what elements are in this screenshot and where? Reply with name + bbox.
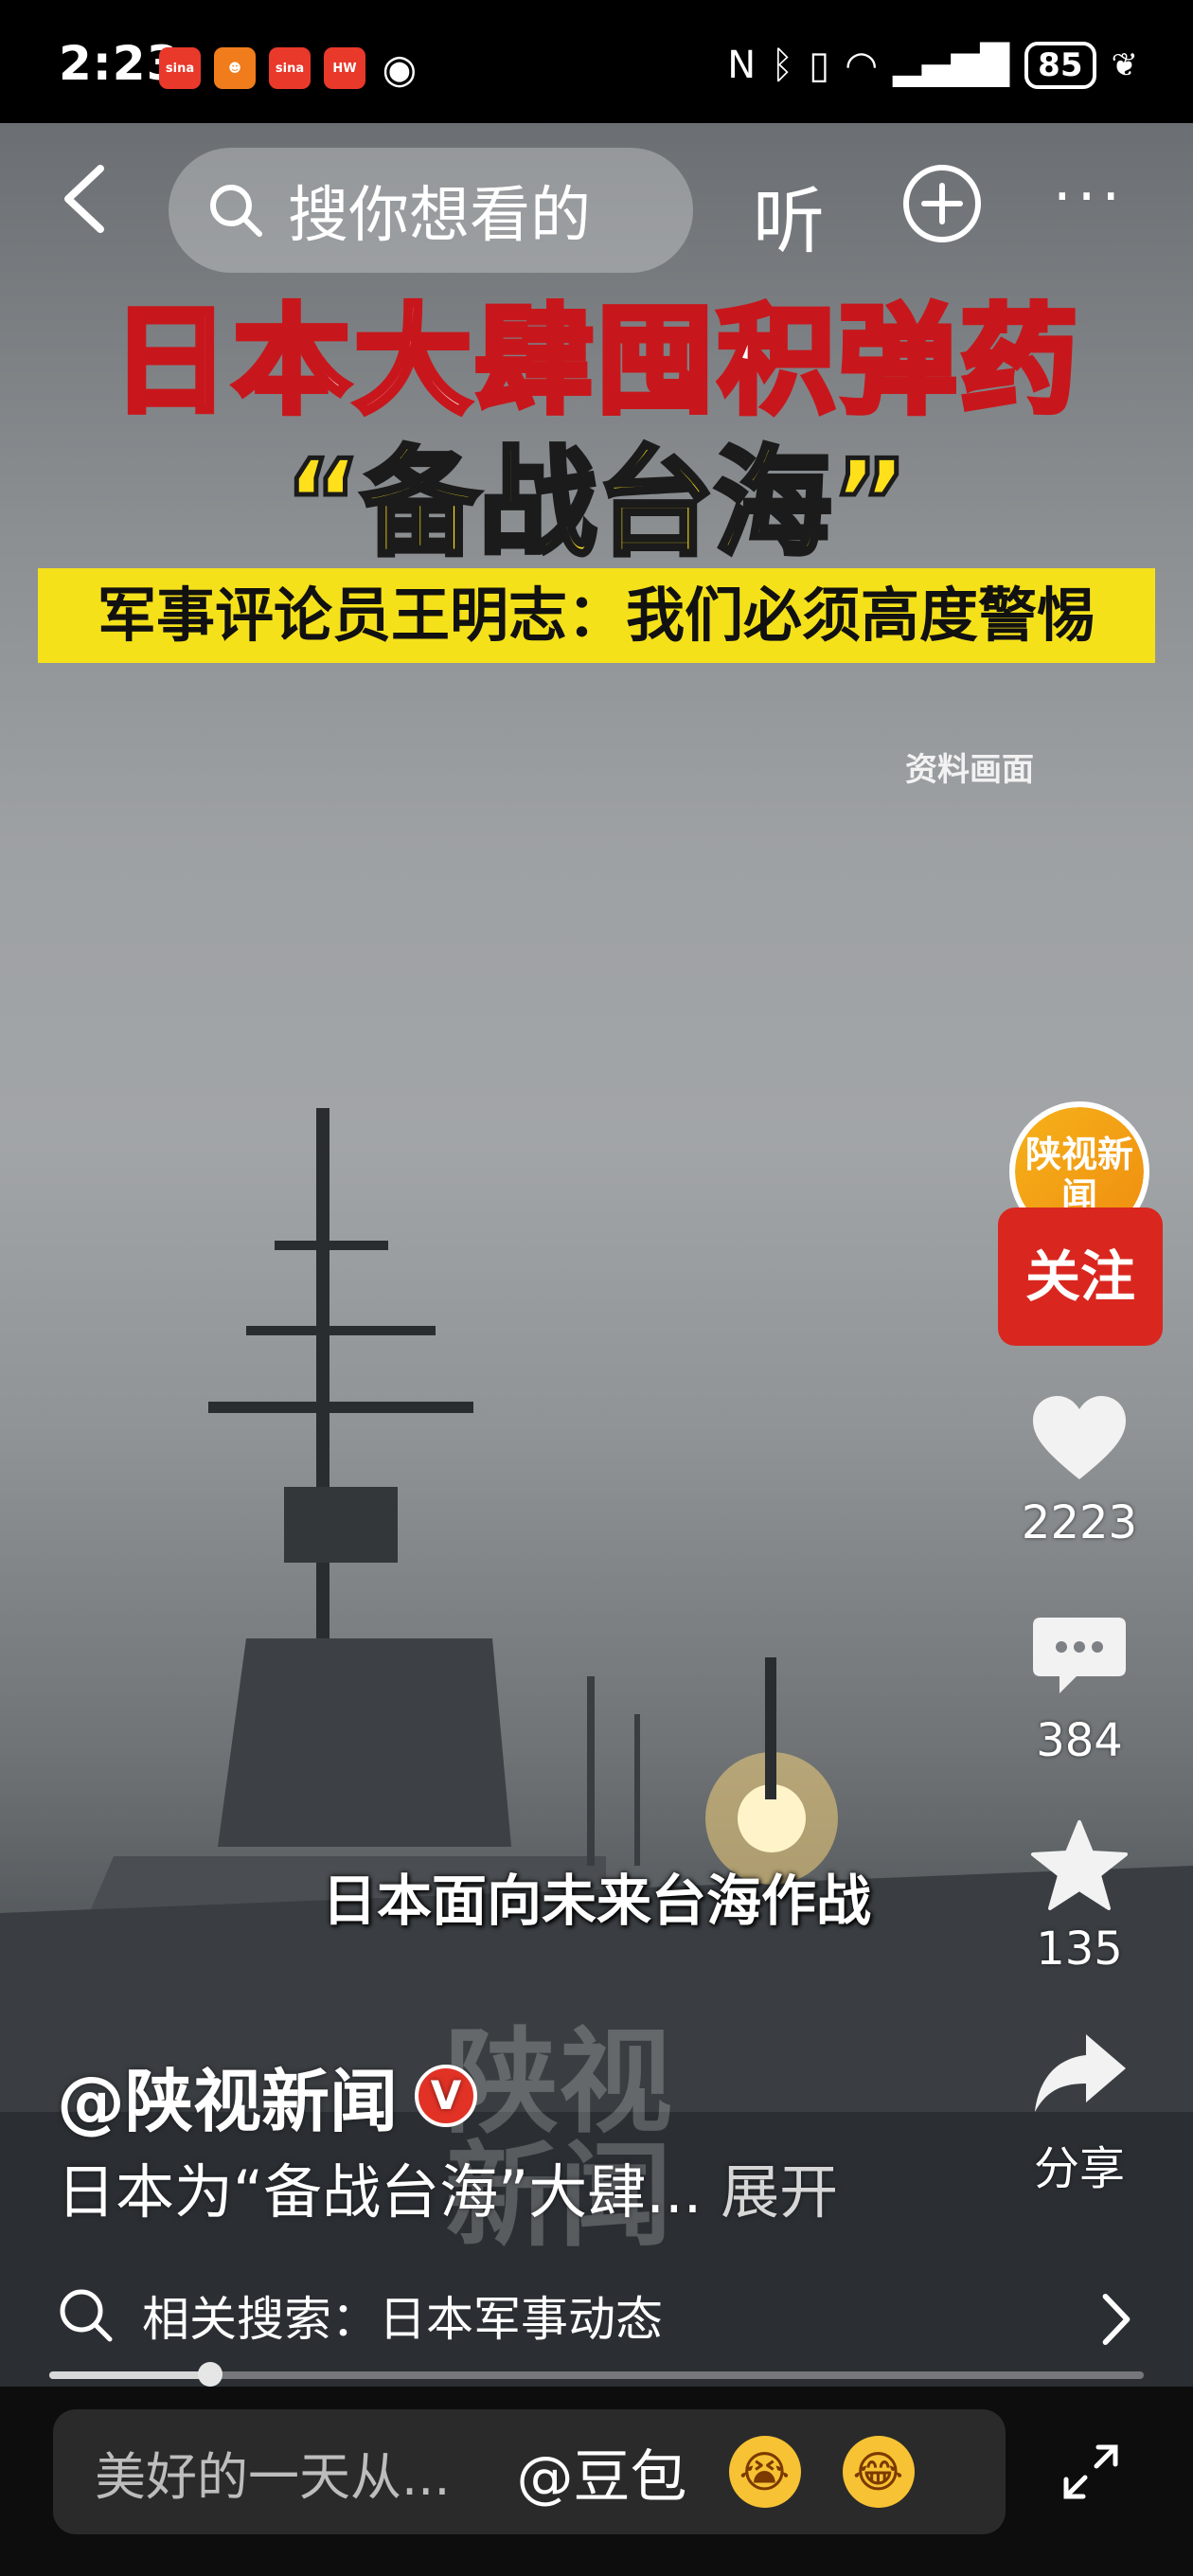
taobao-app-icon: ☻: [214, 47, 256, 89]
crying-emoji-icon[interactable]: 😭: [728, 2436, 801, 2508]
like-count: 2223: [1021, 1496, 1138, 1549]
progress-handle[interactable]: [197, 2362, 223, 2387]
comment-input[interactable]: 美好的一天从... @豆包 😭 😂: [53, 2409, 1006, 2534]
search-icon: [60, 2289, 113, 2342]
comment-bubble-icon: [1033, 1618, 1126, 1693]
related-search[interactable]: 相关搜索：日本军事动态: [57, 2273, 1146, 2358]
related-search-label: 相关搜索：日本军事动态: [142, 2292, 663, 2347]
back-arrow-icon[interactable]: [51, 161, 127, 237]
headline-line-3: 军事评论员王明志：我们必须高度警惕: [38, 568, 1155, 663]
huawei-app-icon: HW: [324, 47, 365, 89]
laughing-emoji-icon[interactable]: 😂: [842, 2436, 915, 2508]
mention-doubao[interactable]: @豆包: [517, 2431, 687, 2513]
video-description[interactable]: 日本为“备战台海”大肆... 展开: [57, 2144, 838, 2229]
heart-icon: [1033, 1396, 1126, 1479]
status-indicators: N ᛒ ▯ ◠ ▂▄▆█ 85 ❦: [727, 42, 1138, 89]
add-circle-icon[interactable]: [901, 163, 983, 244]
comment-button[interactable]: 384: [1004, 1610, 1155, 1767]
status-app-icons: sina ☻ sina HW ◉: [159, 45, 420, 92]
author-name[interactable]: @陕视新闻 V: [57, 2046, 478, 2145]
screen: 2:23 sina ☻ sina HW ◉ N ᛒ ▯ ◠ ▂▄▆█ 85 ❦: [0, 0, 1193, 2576]
follow-button[interactable]: 关注: [998, 1208, 1163, 1346]
fullscreen-expand-icon[interactable]: [1060, 2442, 1121, 2502]
comment-count: 384: [1036, 1714, 1123, 1767]
search-placeholder: 搜你想看的: [288, 181, 591, 251]
share-button[interactable]: 分享: [1004, 2027, 1155, 2197]
expand-link[interactable]: 展开: [721, 2157, 838, 2227]
battery-indicator: 85: [1024, 42, 1096, 89]
star-icon: [1031, 1820, 1128, 1910]
status-bar: 2:23 sina ☻ sina HW ◉ N ᛒ ▯ ◠ ▂▄▆█ 85 ❦: [0, 0, 1193, 123]
bluetooth-icon: ᛒ: [771, 44, 794, 87]
signal-icon: ▂▄▆█: [893, 44, 1010, 87]
search-bar[interactable]: 搜你想看的: [169, 148, 693, 273]
video-progress-bar[interactable]: [49, 2362, 1144, 2387]
share-label: 分享: [1033, 2142, 1125, 2195]
nfc-icon: N: [727, 44, 757, 87]
share-arrow-icon: [1035, 2034, 1126, 2112]
description-text: 日本为“备战台海”大肆...: [57, 2157, 703, 2227]
eye-icon: ◉: [382, 45, 418, 92]
top-bar: 搜你想看的 听 ···: [0, 123, 1193, 275]
sina-app-icon: sina: [159, 47, 201, 89]
bottom-comment-bar: 美好的一天从... @豆包 😭 😂: [0, 2387, 1193, 2576]
verified-badge: V: [415, 2064, 478, 2127]
chevron-right-icon: [1102, 2294, 1131, 2345]
progress-fill: [49, 2371, 210, 2379]
sina-app-icon: sina: [269, 47, 311, 89]
comment-placeholder: 美好的一天从...: [95, 2446, 451, 2507]
like-button[interactable]: 2223: [1004, 1392, 1155, 1549]
search-icon: [210, 185, 262, 237]
leaf-icon: ❦: [1111, 46, 1139, 84]
vibrate-icon: ▯: [809, 44, 830, 87]
favorite-count: 135: [1036, 1923, 1123, 1976]
favorite-button[interactable]: 135: [1004, 1818, 1155, 1976]
author-handle: @陕视新闻: [57, 2062, 399, 2141]
listen-button[interactable]: 听: [753, 163, 825, 267]
stock-footage-label: 资料画面: [905, 751, 1034, 789]
more-options-icon[interactable]: ···: [1053, 168, 1126, 226]
wifi-icon: ◠: [845, 44, 879, 87]
headline-line-2: “备战台海”: [282, 434, 911, 575]
